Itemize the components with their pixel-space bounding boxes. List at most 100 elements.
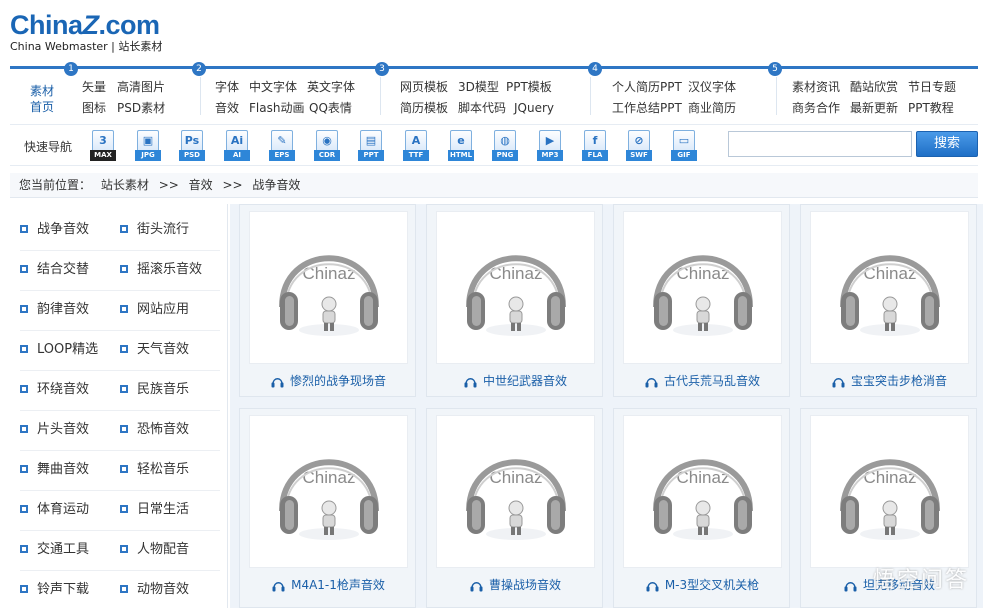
sound-thumbnail[interactable]: Chinaz bbox=[810, 415, 969, 568]
headphone-icon bbox=[646, 581, 659, 591]
sound-title-link[interactable]: 宝宝突击步枪消音 bbox=[801, 372, 978, 389]
sidebar-category-item[interactable]: LOOP精选 bbox=[10, 330, 110, 370]
catnav-link[interactable]: Flash动画 bbox=[249, 100, 304, 116]
headphone-icon bbox=[271, 377, 284, 387]
home-link[interactable]: 素材 首页 bbox=[27, 83, 57, 115]
sound-thumbnail[interactable]: Chinaz bbox=[436, 415, 595, 568]
filetype-swf-icon[interactable]: ⊘ SWF bbox=[626, 130, 652, 162]
sound-card[interactable]: Chinaz M-3型交叉机关枪 bbox=[613, 408, 790, 608]
catnav-link[interactable]: 高清图片 bbox=[117, 79, 165, 95]
bullet-icon bbox=[20, 225, 28, 233]
sidebar-category-item[interactable]: 铃声下载 bbox=[10, 570, 110, 608]
search-button[interactable]: 搜索 bbox=[916, 131, 978, 157]
catnav-link[interactable]: 简历模板 bbox=[400, 100, 448, 116]
filetype-psd-icon[interactable]: Ps PSD bbox=[179, 130, 205, 162]
quick-nav: 快速导航 3 MAX ▣ JPG Ps PSD Ai AI ✎ EPS ◉ CDR ▤ PPT A TTF e H… bbox=[10, 124, 978, 166]
catnav-link[interactable]: 最新更新 bbox=[850, 100, 898, 116]
catnav-link[interactable]: PPT模板 bbox=[506, 79, 552, 95]
catnav-link[interactable]: JQuery bbox=[514, 100, 554, 116]
sidebar-category-item[interactable]: 动物音效 bbox=[110, 570, 210, 608]
filetype-cdr-icon[interactable]: ◉ CDR bbox=[314, 130, 340, 162]
sound-thumbnail[interactable]: Chinaz bbox=[623, 415, 782, 568]
sound-title-link[interactable]: M4A1-1枪声音效 bbox=[240, 576, 417, 593]
sidebar-category-item[interactable]: 环绕音效 bbox=[10, 370, 110, 410]
sidebar-category-item[interactable]: 结合交替 bbox=[10, 250, 110, 290]
section-number-badge: 4 bbox=[588, 62, 602, 76]
sound-title-link[interactable]: 惨烈的战争现场音 bbox=[240, 372, 417, 389]
sound-card[interactable]: Chinaz M4A1-1枪声音效 bbox=[239, 408, 416, 608]
sound-card[interactable]: Chinaz 中世纪武器音效 bbox=[426, 204, 603, 397]
filetype-mp3-icon[interactable]: ▶ MP3 bbox=[537, 130, 563, 162]
catnav-link[interactable]: 音效 bbox=[215, 100, 239, 116]
filetype-ppt-icon[interactable]: ▤ PPT bbox=[358, 130, 384, 162]
site-logo[interactable]: ChinaZ.com China Webmaster | 站长素材 bbox=[10, 10, 180, 58]
filetype-jpg-icon[interactable]: ▣ JPG bbox=[135, 130, 161, 162]
bullet-icon bbox=[120, 545, 128, 553]
filetype-fla-icon[interactable]: f FLA bbox=[582, 130, 608, 162]
catnav-link[interactable]: 3D模型 bbox=[458, 79, 499, 95]
sound-thumbnail[interactable]: Chinaz bbox=[249, 415, 408, 568]
sidebar-category-item[interactable]: 民族音乐 bbox=[110, 370, 210, 410]
sidebar-category-item[interactable]: 片头音效 bbox=[10, 410, 110, 450]
sidebar-category-item[interactable]: 街头流行 bbox=[110, 210, 210, 250]
catnav-link[interactable]: PSD素材 bbox=[117, 100, 165, 116]
sidebar-category-item[interactable]: 人物配音 bbox=[110, 530, 210, 570]
breadcrumb-current[interactable]: 战争音效 bbox=[252, 178, 300, 192]
sidebar-category-item[interactable]: 韵律音效 bbox=[10, 290, 110, 330]
sidebar-category-item[interactable]: 轻松音乐 bbox=[110, 450, 210, 490]
catnav-link[interactable]: 商业简历 bbox=[688, 100, 736, 116]
catnav-link[interactable]: 工作总结PPT bbox=[612, 100, 682, 116]
catnav-link[interactable]: 汉仪字体 bbox=[688, 79, 736, 95]
sidebar-category-item[interactable]: 战争音效 bbox=[10, 210, 110, 250]
sound-thumbnail[interactable]: Chinaz bbox=[436, 211, 595, 364]
catnav-link[interactable]: 网页模板 bbox=[400, 79, 448, 95]
catnav-link[interactable]: QQ表情 bbox=[309, 100, 352, 116]
sidebar-item-label: 片头音效 bbox=[37, 422, 90, 437]
filetype-html-icon[interactable]: e HTML bbox=[448, 130, 474, 162]
catnav-link[interactable]: 个人简历PPT bbox=[612, 79, 682, 95]
sidebar-category-item[interactable]: 网站应用 bbox=[110, 290, 210, 330]
sound-thumbnail[interactable]: Chinaz bbox=[623, 211, 782, 364]
sound-title-link[interactable]: 古代兵荒马乱音效 bbox=[614, 372, 791, 389]
catnav-link[interactable]: PPT教程 bbox=[908, 100, 954, 116]
search-input[interactable] bbox=[728, 131, 912, 157]
breadcrumb-link[interactable]: 站长素材 bbox=[101, 178, 149, 192]
catnav-link[interactable]: 矢量 bbox=[82, 79, 106, 95]
sound-title-link[interactable]: 曹操战场音效 bbox=[427, 576, 604, 593]
headphone-icon bbox=[832, 377, 845, 387]
filetype-max-icon[interactable]: 3 MAX bbox=[90, 130, 116, 162]
sound-thumbnail[interactable]: Chinaz bbox=[249, 211, 408, 364]
catnav-link[interactable]: 字体 bbox=[215, 79, 239, 95]
sidebar-category-item[interactable]: 恐怖音效 bbox=[110, 410, 210, 450]
sound-title-link[interactable]: M-3型交叉机关枪 bbox=[614, 576, 791, 593]
sound-card[interactable]: Chinaz 曹操战场音效 bbox=[426, 408, 603, 608]
catnav-link[interactable]: 英文字体 bbox=[307, 79, 355, 95]
sidebar-category-item[interactable]: 交通工具 bbox=[10, 530, 110, 570]
filetype-png-icon[interactable]: ◍ PNG bbox=[492, 130, 518, 162]
sound-title-link[interactable]: 中世纪武器音效 bbox=[427, 372, 604, 389]
filetype-ttf-icon[interactable]: A TTF bbox=[403, 130, 429, 162]
section-number-badge: 2 bbox=[192, 62, 206, 76]
catnav-link[interactable]: 脚本代码 bbox=[458, 100, 506, 116]
headphone-icon bbox=[464, 377, 477, 387]
sidebar-category-item[interactable]: 舞曲音效 bbox=[10, 450, 110, 490]
sound-thumbnail[interactable]: Chinaz bbox=[810, 211, 969, 364]
catnav-link[interactable]: 酷站欣赏 bbox=[850, 79, 898, 95]
catnav-link[interactable]: 素材资讯 bbox=[792, 79, 840, 95]
sidebar-category-item[interactable]: 天气音效 bbox=[110, 330, 210, 370]
sound-card[interactable]: Chinaz 宝宝突击步枪消音 bbox=[800, 204, 977, 397]
catnav-link[interactable]: 节日专题 bbox=[908, 79, 956, 95]
filetype-gif-icon[interactable]: ▭ GIF bbox=[671, 130, 697, 162]
filetype-eps-icon[interactable]: ✎ EPS bbox=[269, 130, 295, 162]
breadcrumb-link[interactable]: 音效 bbox=[189, 178, 213, 192]
filetype-label: CDR bbox=[314, 150, 340, 161]
sidebar-category-item[interactable]: 摇滚乐音效 bbox=[110, 250, 210, 290]
sidebar-category-item[interactable]: 体育运动 bbox=[10, 490, 110, 530]
sound-card[interactable]: Chinaz 惨烈的战争现场音 bbox=[239, 204, 416, 397]
sidebar-category-item[interactable]: 日常生活 bbox=[110, 490, 210, 530]
catnav-link[interactable]: 中文字体 bbox=[249, 79, 297, 95]
catnav-link[interactable]: 商务合作 bbox=[792, 100, 840, 116]
catnav-link[interactable]: 图标 bbox=[82, 100, 106, 116]
sound-card[interactable]: Chinaz 古代兵荒马乱音效 bbox=[613, 204, 790, 397]
filetype-ai-icon[interactable]: Ai AI bbox=[224, 130, 250, 162]
